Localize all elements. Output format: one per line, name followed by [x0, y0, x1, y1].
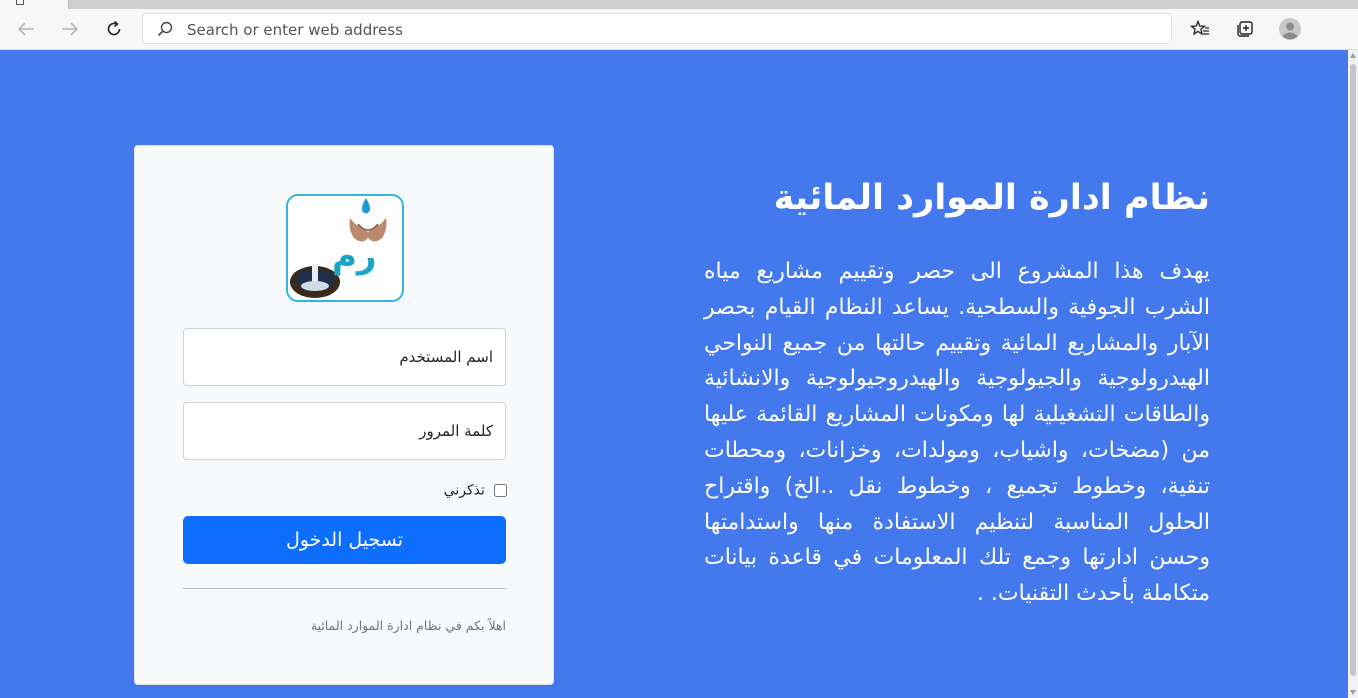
- divider: [183, 588, 506, 589]
- scroll-up-icon[interactable]: [1350, 53, 1356, 58]
- search-icon: [157, 21, 173, 37]
- username-field: [183, 328, 506, 386]
- address-input[interactable]: [185, 18, 1149, 41]
- remember-me[interactable]: تذكرني: [385, 480, 507, 500]
- page-content: رم تذكرني تسجيل الدخول اهلاً بكم في نظام…: [0, 50, 1348, 698]
- scroll-down-icon[interactable]: [1350, 690, 1356, 695]
- profile-avatar-icon: [1279, 18, 1301, 40]
- project-description: يهدف هذا المشروع الى حصر وتقييم مشاريع م…: [704, 259, 1210, 607]
- password-field: [183, 402, 506, 460]
- profile-button[interactable]: [1278, 18, 1302, 40]
- remember-checkbox[interactable]: [494, 484, 507, 497]
- page-title: نظام ادارة الموارد المائية: [773, 178, 1210, 218]
- forward-arrow-icon: [62, 22, 79, 36]
- username-input[interactable]: [184, 329, 505, 385]
- active-tab[interactable]: [0, 0, 69, 9]
- page-icon: [16, 0, 24, 5]
- page-scrollbar[interactable]: [1348, 50, 1358, 698]
- collections-button[interactable]: [1233, 18, 1257, 40]
- refresh-icon: [107, 20, 121, 36]
- login-button[interactable]: تسجيل الدخول: [183, 516, 506, 564]
- login-card: رم تذكرني تسجيل الدخول اهلاً بكم في نظام…: [134, 145, 554, 685]
- logo-text: رم: [332, 236, 377, 276]
- welcome-note: اهلاً بكم في نظام ادارة الموارد المائية: [310, 618, 506, 633]
- browser-toolbar: [0, 9, 1358, 50]
- favorites-button[interactable]: [1188, 18, 1212, 40]
- refresh-button[interactable]: [102, 18, 126, 40]
- back-arrow-icon: [17, 22, 34, 36]
- back-button[interactable]: [14, 18, 38, 40]
- collections-icon: [1237, 21, 1253, 37]
- address-bar[interactable]: [142, 13, 1172, 44]
- scrollbar-thumb[interactable]: [1350, 64, 1356, 676]
- tab-strip: [0, 0, 1358, 9]
- forward-button[interactable]: [58, 18, 82, 40]
- password-input[interactable]: [184, 403, 505, 459]
- app-logo: رم: [286, 194, 404, 302]
- remember-label: تذكرني: [443, 482, 485, 499]
- favorites-star-icon: [1190, 20, 1209, 36]
